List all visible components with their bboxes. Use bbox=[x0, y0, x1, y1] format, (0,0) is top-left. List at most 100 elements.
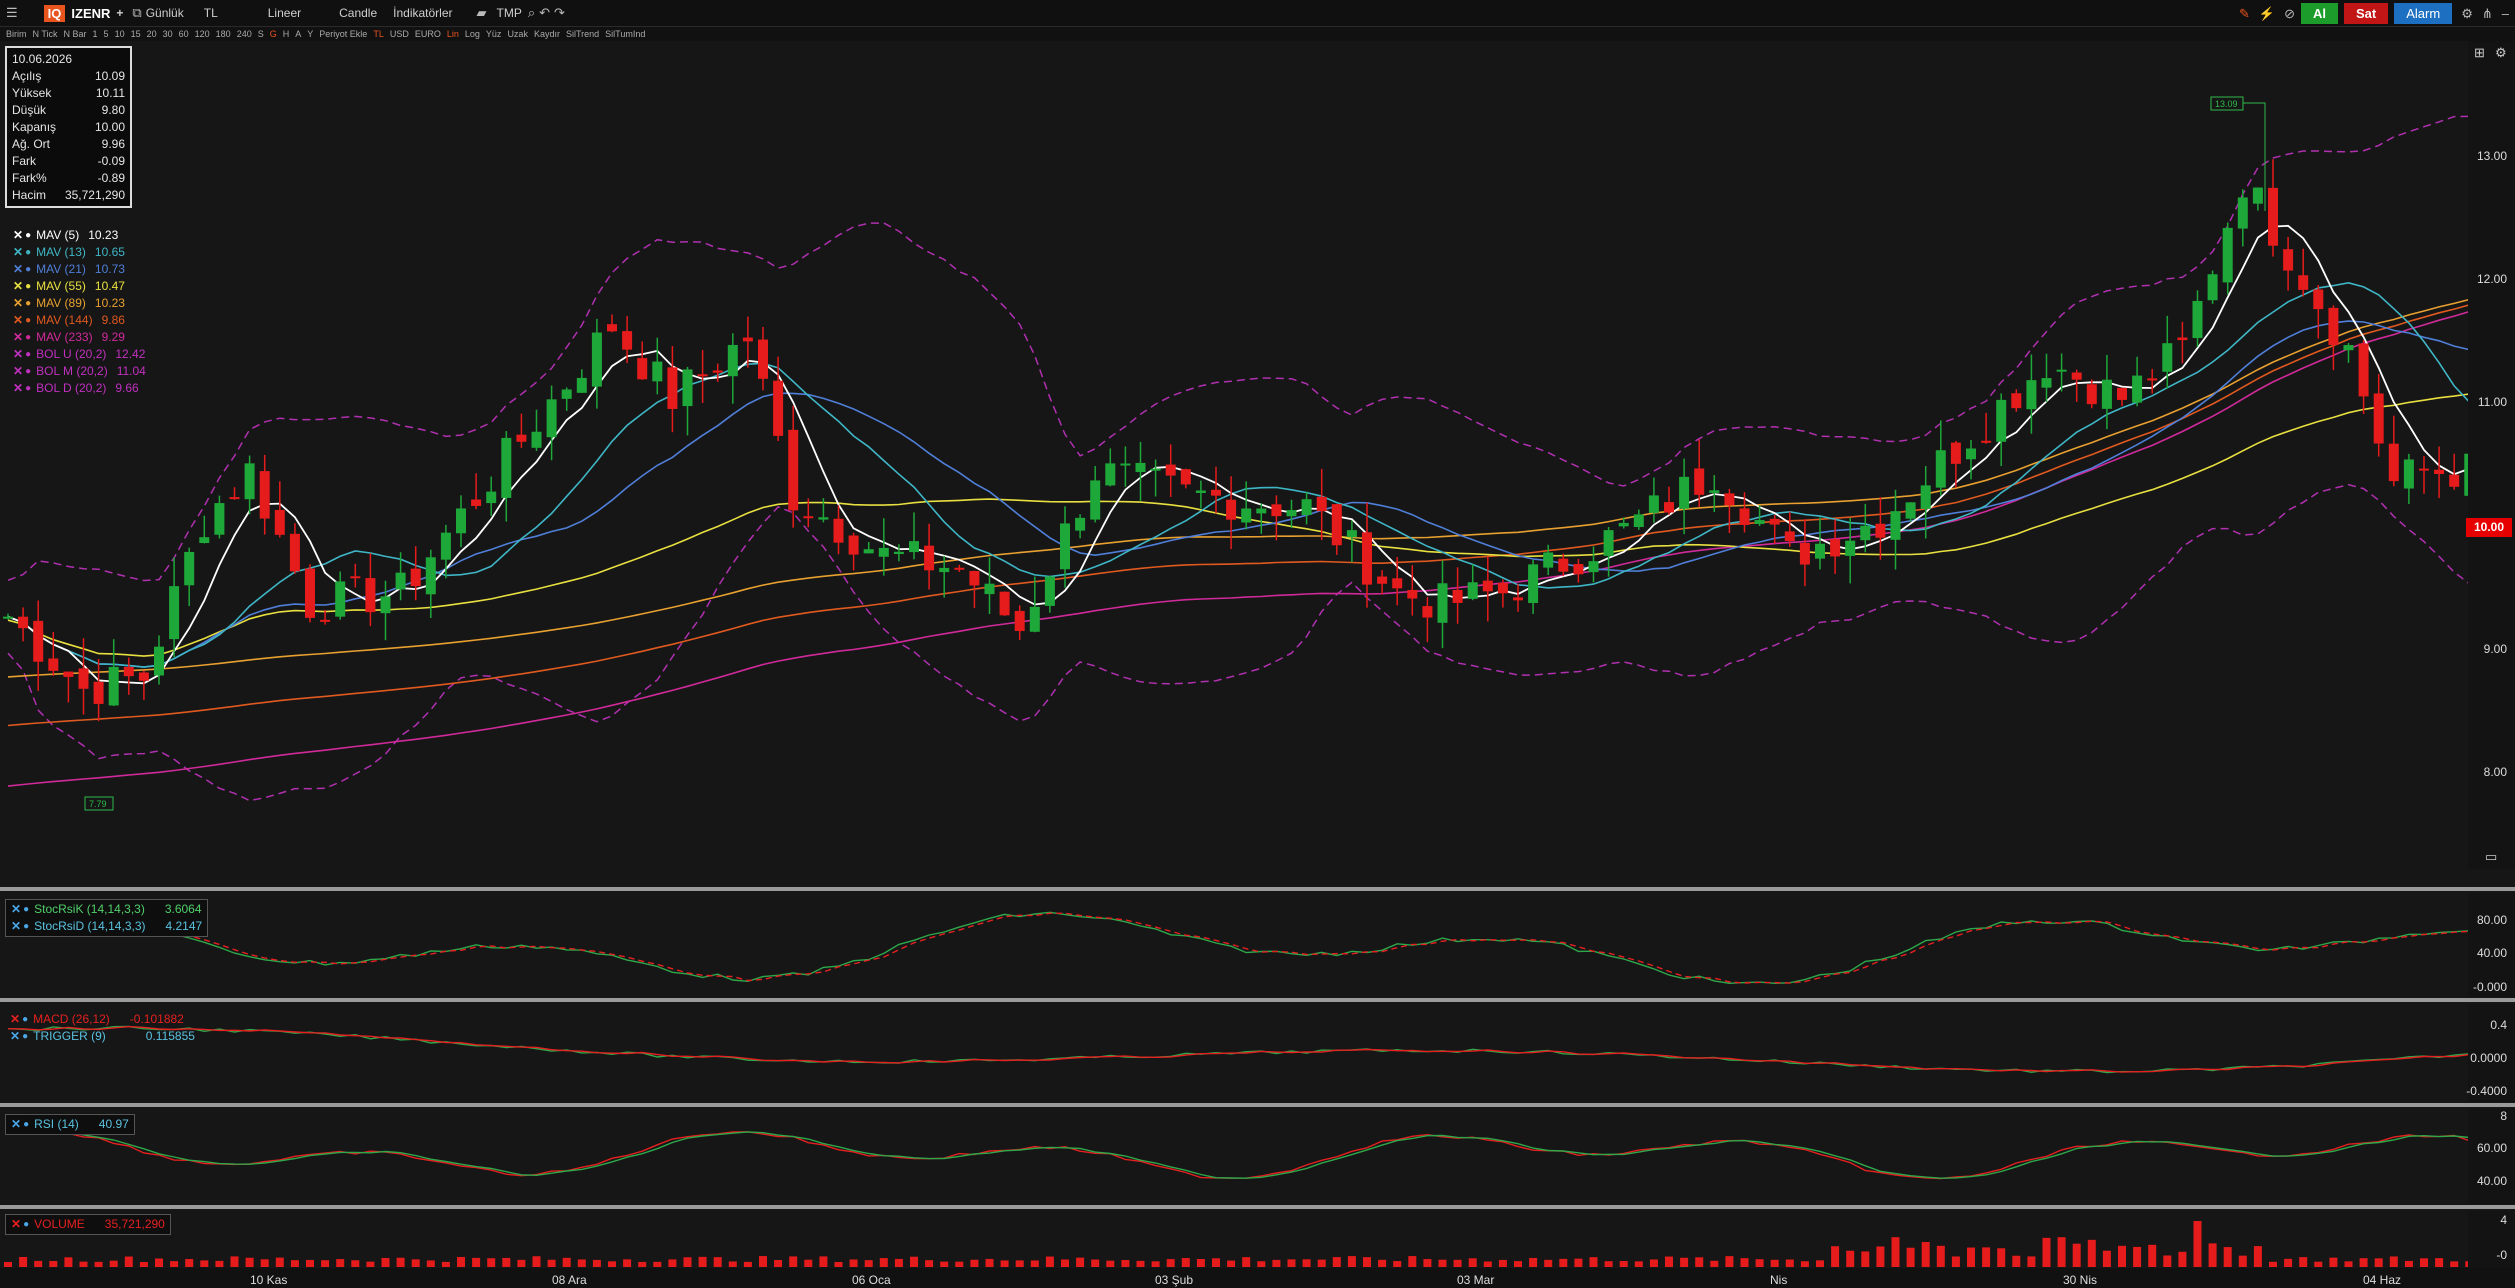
period-bar-item[interactable]: SilTumInd bbox=[605, 29, 645, 39]
template-button[interactable]: TMP bbox=[497, 6, 522, 20]
visibility-icon[interactable]: ● bbox=[25, 346, 31, 363]
period-bar-item[interactable]: Birim bbox=[6, 29, 27, 39]
stochrsi-chart[interactable] bbox=[3, 893, 2485, 997]
add-symbol-button[interactable]: + bbox=[116, 6, 123, 20]
visibility-icon[interactable]: ● bbox=[25, 244, 31, 261]
close-icon[interactable]: ✕ bbox=[11, 1216, 21, 1233]
menu-icon[interactable]: ☰ bbox=[6, 5, 18, 21]
screen-icon[interactable]: ▭ bbox=[2485, 849, 2497, 865]
period-selector[interactable]: Günlük bbox=[146, 6, 184, 20]
period-bar-item[interactable]: Y bbox=[307, 29, 313, 39]
scale-selector[interactable]: Lineer bbox=[268, 6, 301, 20]
period-bar-item[interactable]: TL bbox=[373, 29, 384, 39]
period-bar-item[interactable]: 240 bbox=[237, 29, 252, 39]
close-icon[interactable]: ✕ bbox=[13, 261, 23, 278]
visibility-icon[interactable]: ● bbox=[22, 1028, 28, 1045]
close-icon[interactable]: ✕ bbox=[11, 918, 21, 935]
period-bar-item[interactable]: SilTrend bbox=[566, 29, 599, 39]
currency-selector[interactable]: TL bbox=[204, 6, 218, 20]
period-bar-item[interactable]: 60 bbox=[179, 29, 189, 39]
period-bar-item[interactable]: 1 bbox=[93, 29, 98, 39]
period-bar-item[interactable]: Log bbox=[465, 29, 480, 39]
indicators-menu[interactable]: İndikatörler bbox=[393, 6, 452, 20]
close-icon[interactable]: ✕ bbox=[10, 1011, 20, 1028]
visibility-icon[interactable]: ● bbox=[22, 1011, 28, 1028]
stochrsi-panel[interactable] bbox=[3, 893, 2485, 997]
visibility-icon[interactable]: ● bbox=[25, 261, 31, 278]
close-icon[interactable]: ✕ bbox=[13, 295, 23, 312]
period-bar-item[interactable]: 5 bbox=[104, 29, 109, 39]
panel-divider[interactable] bbox=[0, 887, 2515, 891]
visibility-icon[interactable]: ● bbox=[23, 1216, 29, 1233]
close-icon[interactable]: ✕ bbox=[13, 380, 23, 397]
rsi-chart[interactable] bbox=[3, 1109, 2485, 1204]
pen-icon[interactable]: ✎ bbox=[2239, 6, 2250, 22]
popout-icon[interactable]: ⧉ bbox=[132, 5, 141, 21]
visibility-icon[interactable]: ● bbox=[25, 329, 31, 346]
period-bar-item[interactable]: 10 bbox=[115, 29, 125, 39]
undo-icon[interactable]: ↶ bbox=[539, 5, 550, 21]
period-bar-item[interactable]: Kaydır bbox=[534, 29, 560, 39]
period-bar-item[interactable]: 180 bbox=[216, 29, 231, 39]
period-bar-item[interactable]: 120 bbox=[195, 29, 210, 39]
visibility-icon[interactable]: ● bbox=[25, 278, 31, 295]
close-icon[interactable]: ✕ bbox=[10, 1028, 20, 1045]
close-icon[interactable]: ✕ bbox=[13, 329, 23, 346]
close-icon[interactable]: ✕ bbox=[13, 312, 23, 329]
lightning-icon[interactable]: ⚡ bbox=[2259, 6, 2275, 22]
visibility-icon[interactable]: ● bbox=[25, 363, 31, 380]
price-chart[interactable]: 13.09 7.79 bbox=[3, 41, 2490, 869]
visibility-icon[interactable]: ● bbox=[23, 1116, 29, 1133]
price-axis[interactable]: 13.00 12.00 11.00 9.00 8.00 ⊞ ⚙ ▭ bbox=[2468, 41, 2515, 869]
close-icon[interactable]: ✕ bbox=[11, 1116, 21, 1133]
panel-divider[interactable] bbox=[0, 1103, 2515, 1107]
panel-divider[interactable] bbox=[0, 998, 2515, 1002]
visibility-icon[interactable]: ● bbox=[25, 227, 31, 244]
price-panel[interactable]: 13.09 7.79 bbox=[3, 41, 2490, 869]
close-icon[interactable]: ✕ bbox=[13, 346, 23, 363]
symbol-selector[interactable]: IZENR bbox=[71, 6, 110, 21]
period-bar-item[interactable]: EURO bbox=[415, 29, 441, 39]
close-icon[interactable]: ✕ bbox=[13, 278, 23, 295]
chart-type-selector[interactable]: Candle bbox=[339, 6, 377, 20]
period-bar-item[interactable]: USD bbox=[390, 29, 409, 39]
visibility-icon[interactable]: ● bbox=[23, 901, 29, 918]
visibility-icon[interactable]: ● bbox=[25, 312, 31, 329]
period-bar-item[interactable]: G bbox=[270, 29, 277, 39]
rsi-panel[interactable] bbox=[3, 1109, 2485, 1204]
redo-icon[interactable]: ↷ bbox=[554, 5, 565, 21]
alarm-button[interactable]: Alarm bbox=[2394, 3, 2453, 24]
period-bar-item[interactable]: A bbox=[295, 29, 301, 39]
panel-settings-icon[interactable]: ⚙ bbox=[2495, 45, 2507, 61]
panel-divider[interactable] bbox=[0, 1205, 2515, 1209]
close-icon[interactable]: ✕ bbox=[13, 227, 23, 244]
period-bar-item[interactable]: 20 bbox=[147, 29, 157, 39]
period-bar-item[interactable]: 30 bbox=[163, 29, 173, 39]
macd-panel[interactable] bbox=[3, 1004, 2485, 1102]
period-bar-item[interactable]: Periyot Ekle bbox=[319, 29, 367, 39]
period-bar-item[interactable]: Uzak bbox=[507, 29, 528, 39]
close-icon[interactable]: ✕ bbox=[13, 244, 23, 261]
close-icon[interactable]: ✕ bbox=[11, 901, 21, 918]
period-bar-item[interactable]: Yüz bbox=[486, 29, 502, 39]
share-icon[interactable]: ⋔ bbox=[2482, 6, 2493, 22]
volume-chart[interactable] bbox=[3, 1211, 2489, 1268]
period-bar-item[interactable]: Lin bbox=[447, 29, 459, 39]
close-icon[interactable]: ✕ bbox=[13, 363, 23, 380]
macd-chart[interactable] bbox=[3, 1004, 2485, 1102]
expand-icon[interactable]: ⊞ bbox=[2474, 45, 2485, 61]
settings-icon[interactable]: ⚙ bbox=[2461, 6, 2473, 22]
link-icon[interactable]: ⊘ bbox=[2284, 6, 2295, 22]
period-bar-item[interactable]: S bbox=[258, 29, 264, 39]
folder-icon[interactable]: ▰ bbox=[477, 5, 487, 21]
minimize-icon[interactable]: – bbox=[2502, 6, 2509, 21]
buy-button[interactable]: Al bbox=[2301, 3, 2339, 24]
period-bar-item[interactable]: H bbox=[283, 29, 290, 39]
volume-panel[interactable] bbox=[3, 1211, 2489, 1268]
visibility-icon[interactable]: ● bbox=[25, 295, 31, 312]
period-bar-item[interactable]: N Bar bbox=[64, 29, 87, 39]
visibility-icon[interactable]: ● bbox=[25, 380, 31, 397]
period-bar-item[interactable]: 15 bbox=[131, 29, 141, 39]
visibility-icon[interactable]: ● bbox=[23, 918, 29, 935]
period-bar-item[interactable]: N Tick bbox=[33, 29, 58, 39]
